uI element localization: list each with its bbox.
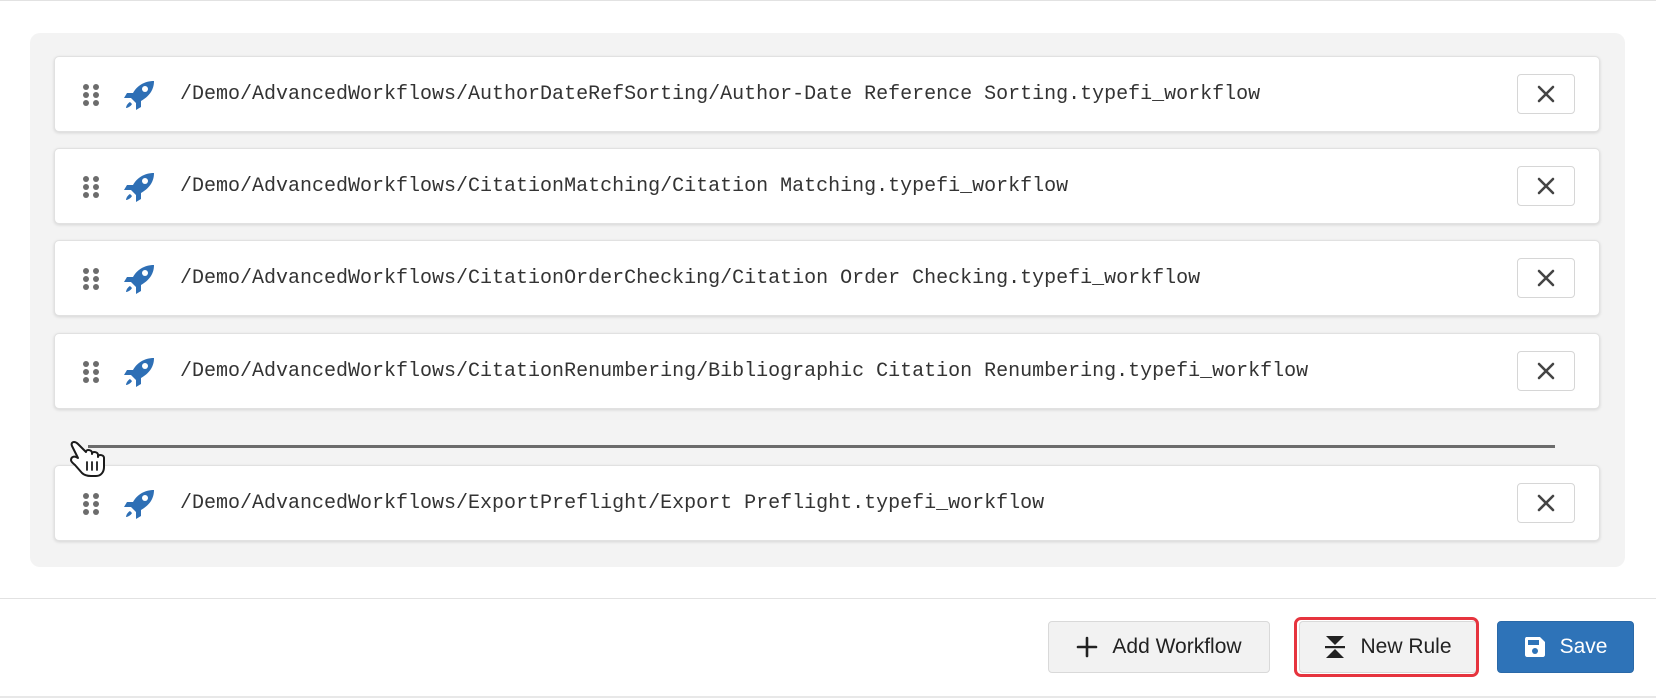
remove-workflow-button[interactable] (1517, 166, 1575, 206)
add-workflow-label: Add Workflow (1112, 635, 1242, 658)
floppy-disk-icon (1524, 636, 1546, 658)
workflow-path: /Demo/AdvancedWorkflows/CitationRenumber… (180, 360, 1309, 383)
drag-handle-icon[interactable] (83, 268, 99, 290)
close-icon (1537, 362, 1555, 380)
close-icon (1537, 85, 1555, 103)
workflow-row[interactable]: /Demo/AdvancedWorkflows/AuthorDateRefSor… (54, 56, 1600, 132)
rocket-icon (124, 265, 154, 294)
remove-workflow-button[interactable] (1517, 351, 1575, 391)
workflow-list-panel: /Demo/AdvancedWorkflows/AuthorDateRefSor… (30, 33, 1625, 567)
top-divider (0, 0, 1656, 1)
close-icon (1537, 494, 1555, 512)
rocket-icon (124, 358, 154, 387)
drag-handle-icon[interactable] (83, 361, 99, 383)
workflow-row[interactable]: /Demo/AdvancedWorkflows/CitationOrderChe… (54, 240, 1600, 316)
drag-handle-icon[interactable] (83, 176, 99, 198)
plus-icon (1076, 636, 1098, 658)
drop-indicator-line (88, 445, 1555, 448)
new-rule-label: New Rule (1360, 635, 1452, 658)
remove-workflow-button[interactable] (1517, 483, 1575, 523)
workflow-path: /Demo/AdvancedWorkflows/AuthorDateRefSor… (180, 83, 1261, 106)
rocket-icon (124, 490, 154, 519)
new-rule-button[interactable]: New Rule (1299, 621, 1477, 673)
rocket-icon (124, 81, 154, 110)
add-workflow-button[interactable]: Add Workflow (1048, 621, 1270, 673)
workflow-row[interactable]: /Demo/AdvancedWorkflows/CitationRenumber… (54, 333, 1600, 409)
remove-workflow-button[interactable] (1517, 74, 1575, 114)
rocket-icon (124, 173, 154, 202)
remove-workflow-button[interactable] (1517, 258, 1575, 298)
drag-handle-icon[interactable] (83, 84, 99, 106)
drag-handle-icon[interactable] (83, 493, 99, 515)
workflow-path: /Demo/AdvancedWorkflows/CitationMatching… (180, 175, 1069, 198)
close-icon (1537, 269, 1555, 287)
workflow-row[interactable]: /Demo/AdvancedWorkflows/CitationMatching… (54, 148, 1600, 224)
save-label: Save (1559, 635, 1608, 658)
grab-hand-cursor-icon (70, 441, 105, 477)
save-button[interactable]: Save (1497, 621, 1634, 673)
workflow-path: /Demo/AdvancedWorkflows/ExportPreflight/… (180, 492, 1045, 515)
close-icon (1537, 177, 1555, 195)
footer-divider (0, 598, 1656, 599)
workflow-path: /Demo/AdvancedWorkflows/CitationOrderChe… (180, 267, 1201, 290)
page-break-icon (1324, 635, 1346, 659)
workflow-row[interactable]: /Demo/AdvancedWorkflows/ExportPreflight/… (54, 465, 1600, 541)
